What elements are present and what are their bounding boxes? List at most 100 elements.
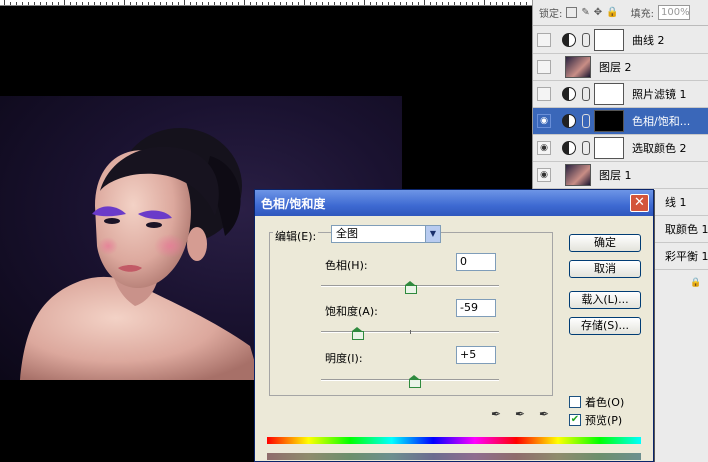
layer-row[interactable]: 照片滤镜 1 xyxy=(533,81,708,108)
ruler-tick xyxy=(106,2,107,5)
layer-mask-thumbnail[interactable] xyxy=(594,137,624,159)
ok-button[interactable]: 确定 xyxy=(569,234,641,252)
ruler-tick xyxy=(412,2,413,5)
ruler-tick xyxy=(472,2,473,5)
lightness-slider-thumb[interactable] xyxy=(409,375,422,388)
ruler-tick xyxy=(358,2,359,5)
lightness-label: 明度(I): xyxy=(325,352,363,365)
ruler-tick xyxy=(430,2,431,5)
adjustment-layer-icon xyxy=(562,141,576,155)
visibility-eye-icon[interactable]: ◉ xyxy=(537,141,551,155)
colorize-checkbox-row[interactable]: 着色(O) xyxy=(569,394,624,410)
adjustment-layer-icon xyxy=(562,114,576,128)
layer-thumbnail[interactable] xyxy=(565,56,591,78)
dialog-titlebar[interactable]: 色相/饱和度 xyxy=(255,190,653,216)
lightness-input[interactable]: +5 xyxy=(456,346,496,364)
ruler-tick xyxy=(526,2,527,5)
layer-mask-thumbnail[interactable] xyxy=(594,83,624,105)
link-chain-icon[interactable] xyxy=(582,87,590,101)
load-button[interactable]: 载入(L)... xyxy=(569,291,641,309)
fill-input[interactable]: 100% xyxy=(657,5,690,20)
layer-row[interactable]: 图层 2 xyxy=(533,54,708,81)
eyedropper-icon[interactable]: ✒ xyxy=(491,407,505,421)
preview-checkbox[interactable]: ✔ xyxy=(569,414,581,426)
ruler-tick xyxy=(424,0,425,5)
link-chain-icon[interactable] xyxy=(582,114,590,128)
preview-label: 预览(P) xyxy=(585,414,623,427)
ruler-tick xyxy=(484,0,485,5)
ruler-tick xyxy=(346,2,347,5)
ruler-tick xyxy=(190,2,191,5)
ruler-tick xyxy=(334,2,335,5)
hue-saturation-dialog: 色相/饱和度 ✕ 编辑(E): 全图 ▼ 色相(H): 0 饱和度(A): -5… xyxy=(254,189,654,462)
layer-row[interactable]: ◉ 色相/饱和... xyxy=(533,108,708,135)
ruler-tick xyxy=(502,2,503,5)
adjustment-layer-icon xyxy=(562,33,576,47)
ruler-tick xyxy=(94,2,95,5)
close-icon: ✕ xyxy=(634,195,645,210)
ruler-tick xyxy=(250,2,251,5)
lock-row: 锁定: ✎ ✥ 🔒 填充: 100% xyxy=(533,0,708,26)
hue-input[interactable]: 0 xyxy=(456,253,496,271)
ruler-tick xyxy=(400,2,401,5)
layer-mask-thumbnail[interactable] xyxy=(594,29,624,51)
visibility-eye-icon[interactable] xyxy=(537,87,551,101)
visibility-eye-icon[interactable] xyxy=(537,60,551,74)
ruler-tick xyxy=(274,2,275,5)
layer-thumbnail[interactable] xyxy=(565,164,591,186)
layer-row[interactable]: ◉ 图层 1 xyxy=(533,162,708,189)
ruler-tick xyxy=(286,2,287,5)
layer-row[interactable]: ◉ 选取颜色 2 xyxy=(533,135,708,162)
chevron-down-icon[interactable]: ▼ xyxy=(425,226,440,242)
layer-name: 取颜色 1 xyxy=(665,223,708,236)
cancel-button[interactable]: 取消 xyxy=(569,260,641,278)
saturation-input[interactable]: -59 xyxy=(456,299,496,317)
visibility-eye-icon[interactable]: ◉ xyxy=(537,114,551,128)
edit-label: 编辑(E): xyxy=(273,228,319,244)
ruler-tick xyxy=(112,2,113,5)
ruler-tick xyxy=(520,2,521,5)
ruler-tick xyxy=(220,2,221,5)
ruler-tick xyxy=(88,2,89,5)
lock-move-icon[interactable]: ✥ xyxy=(594,7,602,18)
adjustment-layer-icon xyxy=(562,87,576,101)
layer-row[interactable]: 曲线 2 xyxy=(533,27,708,54)
eyedropper-minus-icon[interactable]: ✒ xyxy=(539,407,553,421)
ruler-tick xyxy=(418,2,419,5)
ruler-tick xyxy=(52,2,53,5)
ruler-tick xyxy=(76,2,77,5)
layer-name: 曲线 2 xyxy=(632,34,665,47)
eyedropper-plus-icon[interactable]: ✒ xyxy=(515,407,529,421)
saturation-center-tick xyxy=(410,330,411,334)
close-button[interactable]: ✕ xyxy=(630,194,649,212)
ruler-tick xyxy=(154,2,155,5)
ruler-tick xyxy=(352,2,353,5)
edit-select[interactable]: 全图 ▼ xyxy=(331,225,441,243)
ruler-tick xyxy=(490,2,491,5)
visibility-eye-icon[interactable]: ◉ xyxy=(537,168,551,182)
lock-transparent-icon[interactable] xyxy=(566,7,578,18)
visibility-eye-icon[interactable] xyxy=(537,33,551,47)
preview-checkbox-row[interactable]: ✔ 预览(P) xyxy=(569,412,622,428)
ruler-tick xyxy=(130,2,131,5)
ruler-tick xyxy=(388,2,389,5)
ruler-tick xyxy=(340,2,341,5)
edit-group-box xyxy=(269,232,553,396)
lock-icon: 🔒 xyxy=(690,278,702,288)
colorize-checkbox[interactable] xyxy=(569,396,581,408)
lock-all-icon[interactable]: 🔒 xyxy=(606,7,618,18)
ruler-tick xyxy=(376,2,377,5)
layer-name: 图层 2 xyxy=(599,61,632,74)
ruler-tick xyxy=(514,2,515,5)
saturation-slider-thumb[interactable] xyxy=(352,327,365,340)
layer-mask-thumbnail[interactable] xyxy=(594,110,624,132)
save-button[interactable]: 存储(S)... xyxy=(569,317,641,335)
hue-slider-thumb[interactable] xyxy=(405,281,417,294)
layer-name: 色相/饱和... xyxy=(632,115,691,128)
lock-brush-icon[interactable]: ✎ xyxy=(581,7,589,18)
link-chain-icon[interactable] xyxy=(582,141,590,155)
ruler-tick xyxy=(28,2,29,5)
ruler-tick xyxy=(460,2,461,5)
link-chain-icon[interactable] xyxy=(582,33,590,47)
ruler-tick xyxy=(124,0,125,5)
